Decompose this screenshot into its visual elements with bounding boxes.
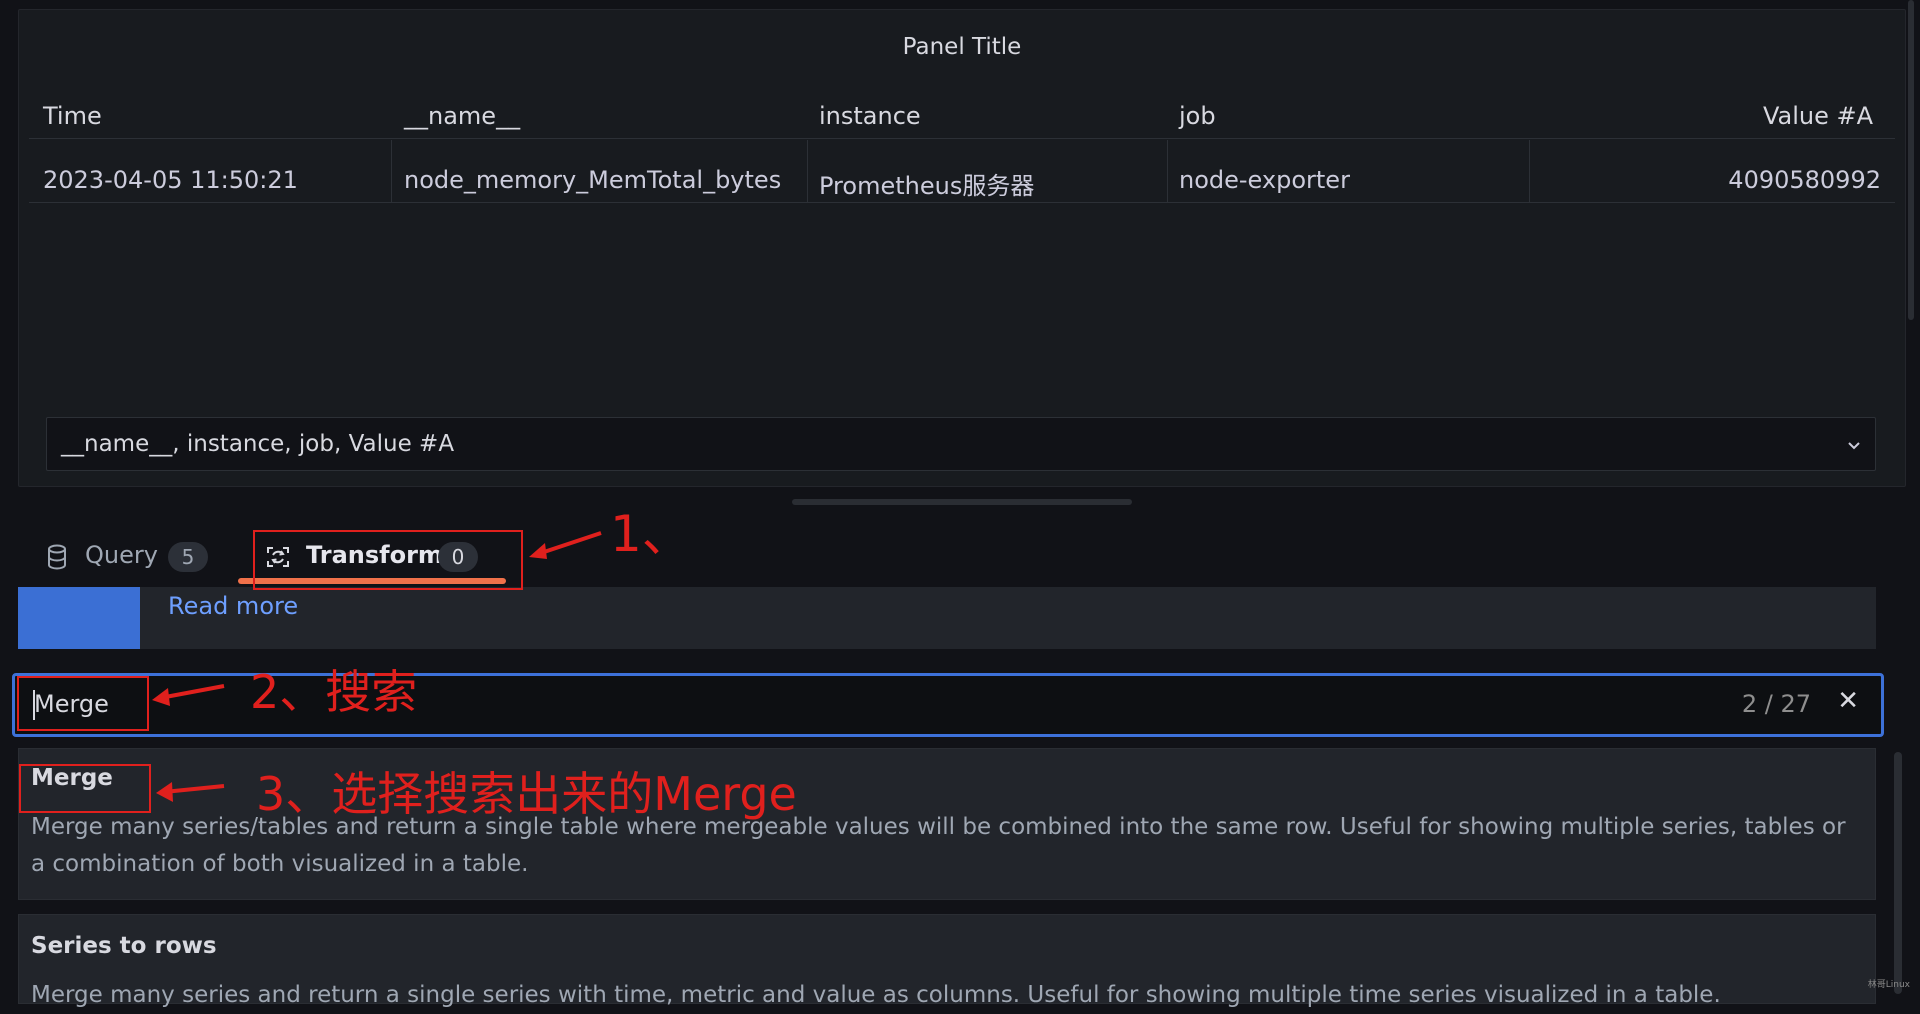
cell-divider bbox=[1167, 140, 1168, 202]
header-divider bbox=[29, 138, 1895, 139]
column-header-time[interactable]: Time bbox=[43, 102, 102, 130]
annotation-step-2: 2、搜索 bbox=[250, 665, 418, 719]
read-more-link[interactable]: Read more bbox=[168, 592, 298, 620]
results-scrollbar[interactable] bbox=[1894, 752, 1902, 994]
transformation-title: Series to rows bbox=[31, 933, 217, 959]
close-icon[interactable]: ✕ bbox=[1837, 686, 1859, 716]
chevron-down-icon bbox=[1848, 442, 1860, 450]
tab-query-label: Query bbox=[85, 541, 158, 569]
database-icon bbox=[48, 544, 66, 570]
row-divider bbox=[29, 202, 1895, 203]
annotation-arrow-3 bbox=[156, 782, 225, 802]
annotation-step-1: 1、 bbox=[610, 505, 692, 563]
annotation-box-search bbox=[17, 676, 149, 731]
cell-divider bbox=[807, 140, 808, 202]
annotation-arrow-1 bbox=[529, 531, 602, 559]
column-header-job[interactable]: job bbox=[1179, 102, 1216, 130]
panel-title: Panel Title bbox=[902, 34, 1022, 60]
footer-fields-value: __name__, instance, job, Value #A bbox=[61, 431, 455, 457]
cell-value: 4090580992 bbox=[1728, 166, 1881, 194]
annotation-box-transform bbox=[253, 530, 523, 590]
watermark: 林哥Linux bbox=[1867, 980, 1910, 990]
column-header-name[interactable]: __name__ bbox=[404, 102, 520, 130]
search-match-count: 2 / 27 bbox=[1741, 690, 1811, 718]
annotation-box-merge bbox=[19, 764, 151, 813]
cell-divider bbox=[1529, 140, 1530, 202]
annotation-arrow-2 bbox=[152, 684, 225, 706]
annotation-step-3: 3、选择搜索出来的Merge bbox=[256, 767, 797, 821]
transformation-card-series-to-rows[interactable]: Series to rows Merge many series and ret… bbox=[18, 914, 1876, 1008]
transformation-description: Merge many series and return a single se… bbox=[31, 982, 1721, 1008]
cell-time: 2023-04-05 11:50:21 bbox=[43, 166, 298, 194]
panel: Panel Title Time __name__ instance job V… bbox=[18, 9, 1906, 487]
tab-query-count: 5 bbox=[168, 542, 208, 572]
cell-instance: Prometheus服务器 bbox=[819, 172, 1035, 200]
cell-job: node-exporter bbox=[1179, 166, 1350, 194]
pane-resize-handle[interactable] bbox=[792, 499, 1132, 505]
footer-fields-select[interactable]: __name__, instance, job, Value #A bbox=[46, 417, 1876, 471]
cell-divider bbox=[391, 140, 392, 202]
help-card-image bbox=[18, 587, 140, 649]
page-scrollbar[interactable] bbox=[1908, 0, 1914, 320]
cell-name: node_memory_MemTotal_bytes bbox=[404, 166, 782, 194]
tab-query[interactable]: Query 5 bbox=[44, 540, 224, 576]
column-header-value[interactable]: Value #A bbox=[1763, 102, 1873, 130]
column-header-instance[interactable]: instance bbox=[819, 102, 921, 130]
